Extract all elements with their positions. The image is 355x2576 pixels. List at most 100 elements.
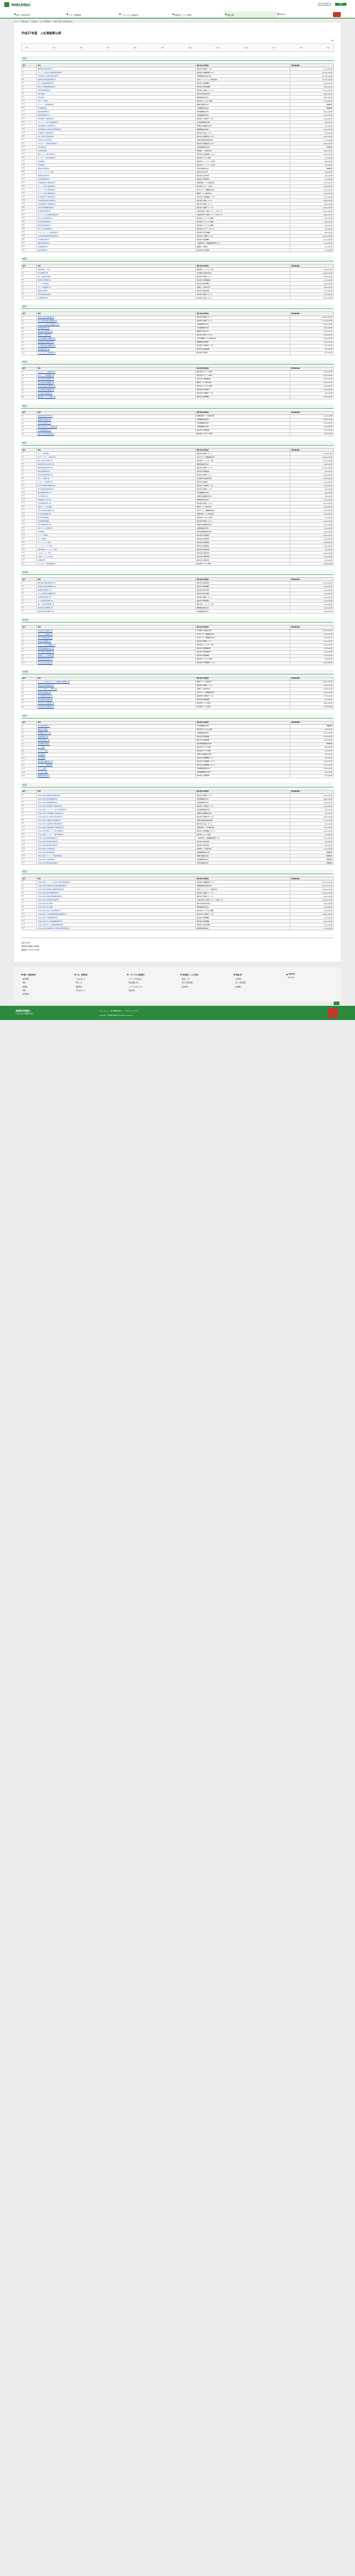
contract-amount: 2,430,000円 bbox=[290, 395, 334, 399]
bullet-icon bbox=[67, 14, 69, 16]
copyright: Copyright © 城南衛生管理組合 All Rights Reserved… bbox=[99, 1015, 133, 1017]
footer-nav-link[interactable]: 例規集 bbox=[21, 985, 69, 988]
month-anchor-link[interactable]: 9月 bbox=[161, 46, 164, 49]
gnav-item[interactable]: 組合・関係市町村 bbox=[14, 11, 67, 18]
month-anchor-link[interactable]: 7月 bbox=[107, 46, 110, 49]
month-anchor-link[interactable]: 6月 bbox=[80, 46, 82, 49]
breadcrumb-item[interactable]: 情報公開 bbox=[21, 21, 28, 23]
month-heading: 2月分 bbox=[21, 782, 334, 788]
month-anchor-link[interactable]: 2月 bbox=[300, 46, 302, 49]
footer-nav-link[interactable]: 折居清掃工場 bbox=[127, 981, 175, 984]
footer-nav-column: 環境保全・ジョウ環境 環境データ 排ガス測定結果 環境学習 bbox=[180, 973, 228, 996]
row-number: 15 bbox=[21, 773, 38, 778]
footer-nav-link[interactable]: 入札情報 bbox=[234, 977, 281, 980]
row-number: 8 bbox=[21, 395, 38, 399]
contract-amount: 3,560,000円 bbox=[290, 660, 334, 665]
footer-nav-heading[interactable]: 環境保全・ジョウ環境 bbox=[180, 973, 228, 976]
print-link[interactable]: 印刷 bbox=[21, 40, 334, 42]
results-table: 番号 件名 落札者又は契約者 落札額(税抜) 1 焼却炉定期点検整備工事 株式会社 環境プラ… bbox=[21, 311, 334, 355]
footer-link[interactable]: サイトマップ bbox=[99, 1010, 108, 1012]
footer-nav-link[interactable]: 粗大ごみ bbox=[75, 981, 122, 984]
logo-mark-icon bbox=[4, 2, 9, 7]
contract-title-link[interactable]: ホームページ改修業務委託 bbox=[36, 562, 197, 567]
contract-title-link[interactable]: 計量機更新工事 bbox=[36, 296, 197, 301]
footer-nav-heading[interactable]: 組合・関係市町村 bbox=[21, 973, 69, 976]
month-anchor-link[interactable]: 1月 bbox=[273, 46, 275, 49]
breadcrumb-item[interactable]: 入札情報 bbox=[31, 21, 37, 23]
contract-amount: 2,080,000円 bbox=[290, 609, 334, 614]
footer-nav-link[interactable]: ごみの出し方 bbox=[75, 977, 122, 980]
footer-nav-link[interactable]: 財政 bbox=[21, 989, 69, 992]
contract-title-link[interactable]: 書庫整理業務委託 bbox=[36, 773, 197, 778]
contract-title-link[interactable]: 資源化施設床面補修工事 bbox=[36, 609, 197, 614]
month-anchor-link[interactable]: 8月 bbox=[134, 46, 137, 49]
footer-nav-heading[interactable]: ごみ・資源情報 bbox=[74, 973, 122, 976]
bullet-icon bbox=[286, 973, 288, 975]
row-number: 11 bbox=[21, 350, 38, 355]
gnav-item[interactable]: ごみ・資源情報 bbox=[67, 11, 119, 18]
month-heading: 10月分 bbox=[21, 570, 334, 576]
contract-title-link[interactable]: 展示パネル製作業務委託 bbox=[36, 431, 197, 436]
breadcrumb-item[interactable]: ホーム bbox=[14, 21, 19, 23]
table-row: 20 平成28年度 事務用品単価契約 宇治文具株式会社 単価契約 bbox=[21, 861, 334, 866]
gnav-item[interactable]: English bbox=[277, 11, 330, 18]
footer-link[interactable]: このサイトについて bbox=[125, 1010, 138, 1012]
gnav-item[interactable]: 環境保全・ジョウ環境 bbox=[172, 11, 225, 18]
bullet-icon bbox=[21, 974, 23, 976]
footer-nav-heading[interactable]: 情報公開 bbox=[233, 973, 281, 976]
footer-nav-link[interactable]: リサイクルセンター bbox=[127, 985, 175, 988]
contract-title-link[interactable]: 低圧蒸気弁点検整備工事 bbox=[36, 704, 197, 709]
month-anchor-link[interactable]: 3月 bbox=[327, 46, 329, 49]
footer-nav-heading[interactable]: English bbox=[286, 973, 334, 975]
site-logo[interactable]: 城南衛生管理組合 bbox=[4, 2, 31, 7]
contract-title-link[interactable]: 破砕施設コンベヤ修繕工事 bbox=[36, 395, 197, 399]
footer-nav-link[interactable]: 入札・契約結果 bbox=[234, 981, 281, 984]
contract-title-link[interactable]: 平成28年度 自家用電気工作物保安管理業務委託 bbox=[36, 926, 197, 931]
footer-nav-link[interactable]: クリーン21長谷山 bbox=[127, 977, 175, 980]
footer-nav-column: 組合・関係市町村 組合概要 議会 例規集 財政 採用情報 bbox=[21, 973, 69, 996]
contractor-name: 山城建設株式会社 bbox=[195, 609, 291, 614]
month-anchor-link[interactable]: 11月 bbox=[217, 46, 220, 49]
contract-title-link[interactable]: 排ガス分析計更新工事 bbox=[36, 660, 197, 665]
gnav-item[interactable]: リサイクルと施設紹介 bbox=[119, 11, 172, 18]
row-number: 20 bbox=[21, 861, 38, 866]
contract-amount: 4,560,000円 bbox=[290, 296, 334, 301]
page-top-button[interactable] bbox=[334, 1002, 339, 1006]
row-number: 14 bbox=[21, 926, 38, 931]
breadcrumb-separator: > bbox=[37, 20, 39, 23]
breadcrumb-item[interactable]: 入札・契約結果 bbox=[40, 21, 50, 23]
footer-link[interactable]: 個人情報の取扱い bbox=[111, 1010, 122, 1012]
footer-nav-link[interactable]: About Us bbox=[286, 977, 334, 979]
footer-nav-link[interactable]: 採用情報 bbox=[21, 992, 69, 995]
month-anchor-link[interactable]: 5月 bbox=[53, 46, 55, 49]
month-anchor-link[interactable]: 10月 bbox=[188, 46, 192, 49]
footer-nav-heading[interactable]: リサイクルと施設紹介 bbox=[127, 973, 175, 976]
search-input[interactable]: Google 検索 bbox=[318, 3, 331, 6]
contract-title-link[interactable]: 研修会場借上げ bbox=[36, 248, 197, 253]
results-table: 番号 件名 落札者又は契約者 落札額(税抜) 1 平成28年度 事務所等清掃業務委託 株式会… bbox=[21, 789, 334, 866]
row-number: 9 bbox=[21, 296, 38, 301]
contractor-name: 株式会社 デザイン京都 bbox=[195, 431, 291, 436]
month-anchor-nav: 4月 5月 6月 7月 8月 9月 10月 11月 12月 1月 2月 3月 bbox=[21, 43, 334, 52]
site-header: 城南衛生管理組合 Google 検索 検索 bbox=[0, 0, 355, 11]
footer-nav-link[interactable]: 施設見学 bbox=[127, 989, 175, 992]
footer-nav-link[interactable]: 持ち込みごみ bbox=[75, 989, 122, 992]
site-footer: 城南衛生管理組合 〒611-0000 京都府宇治市 サイトマップ 個人情報の取扱い… bbox=[0, 1002, 355, 1021]
contract-title-link[interactable]: プラットホーム扉修繕工事 bbox=[36, 350, 197, 355]
results-table: 番号 件名 落札者又は契約者 落札額(税抜) 1 焼却炉耐火物補修工事 日本築炉工業株式会社… bbox=[21, 625, 334, 665]
footer-nav-link[interactable]: 議会 bbox=[21, 981, 69, 984]
footer-nav-heading-label: リサイクルと施設紹介 bbox=[129, 974, 146, 977]
footer-nav-link[interactable]: 環境データ bbox=[180, 977, 228, 980]
search-button[interactable]: 検索 bbox=[335, 3, 346, 6]
month-anchor-link[interactable]: 4月 bbox=[26, 46, 28, 49]
footer-nav-link[interactable]: 排ガス測定結果 bbox=[180, 981, 228, 984]
gnav-item[interactable]: 情報公開 bbox=[224, 11, 278, 18]
footer-nav-link[interactable]: 組合概要 bbox=[21, 977, 69, 980]
footer-nav-link[interactable]: 公表資料 bbox=[234, 985, 281, 988]
results-table: 番号 件名 落札者又は契約者 落札額(税抜) 1 ストーカ部品購入 株式会社 環境プラント 5… bbox=[21, 447, 334, 567]
footer-nav-link[interactable]: 資源回収 bbox=[75, 985, 122, 988]
contractor-name: 株式会社 宇治会館 bbox=[195, 248, 291, 253]
contract-title-link[interactable]: 平成28年度 事務用品単価契約 bbox=[36, 861, 197, 866]
footer-nav-link[interactable]: 環境学習 bbox=[180, 985, 228, 988]
month-anchor-link[interactable]: 12月 bbox=[244, 46, 248, 49]
